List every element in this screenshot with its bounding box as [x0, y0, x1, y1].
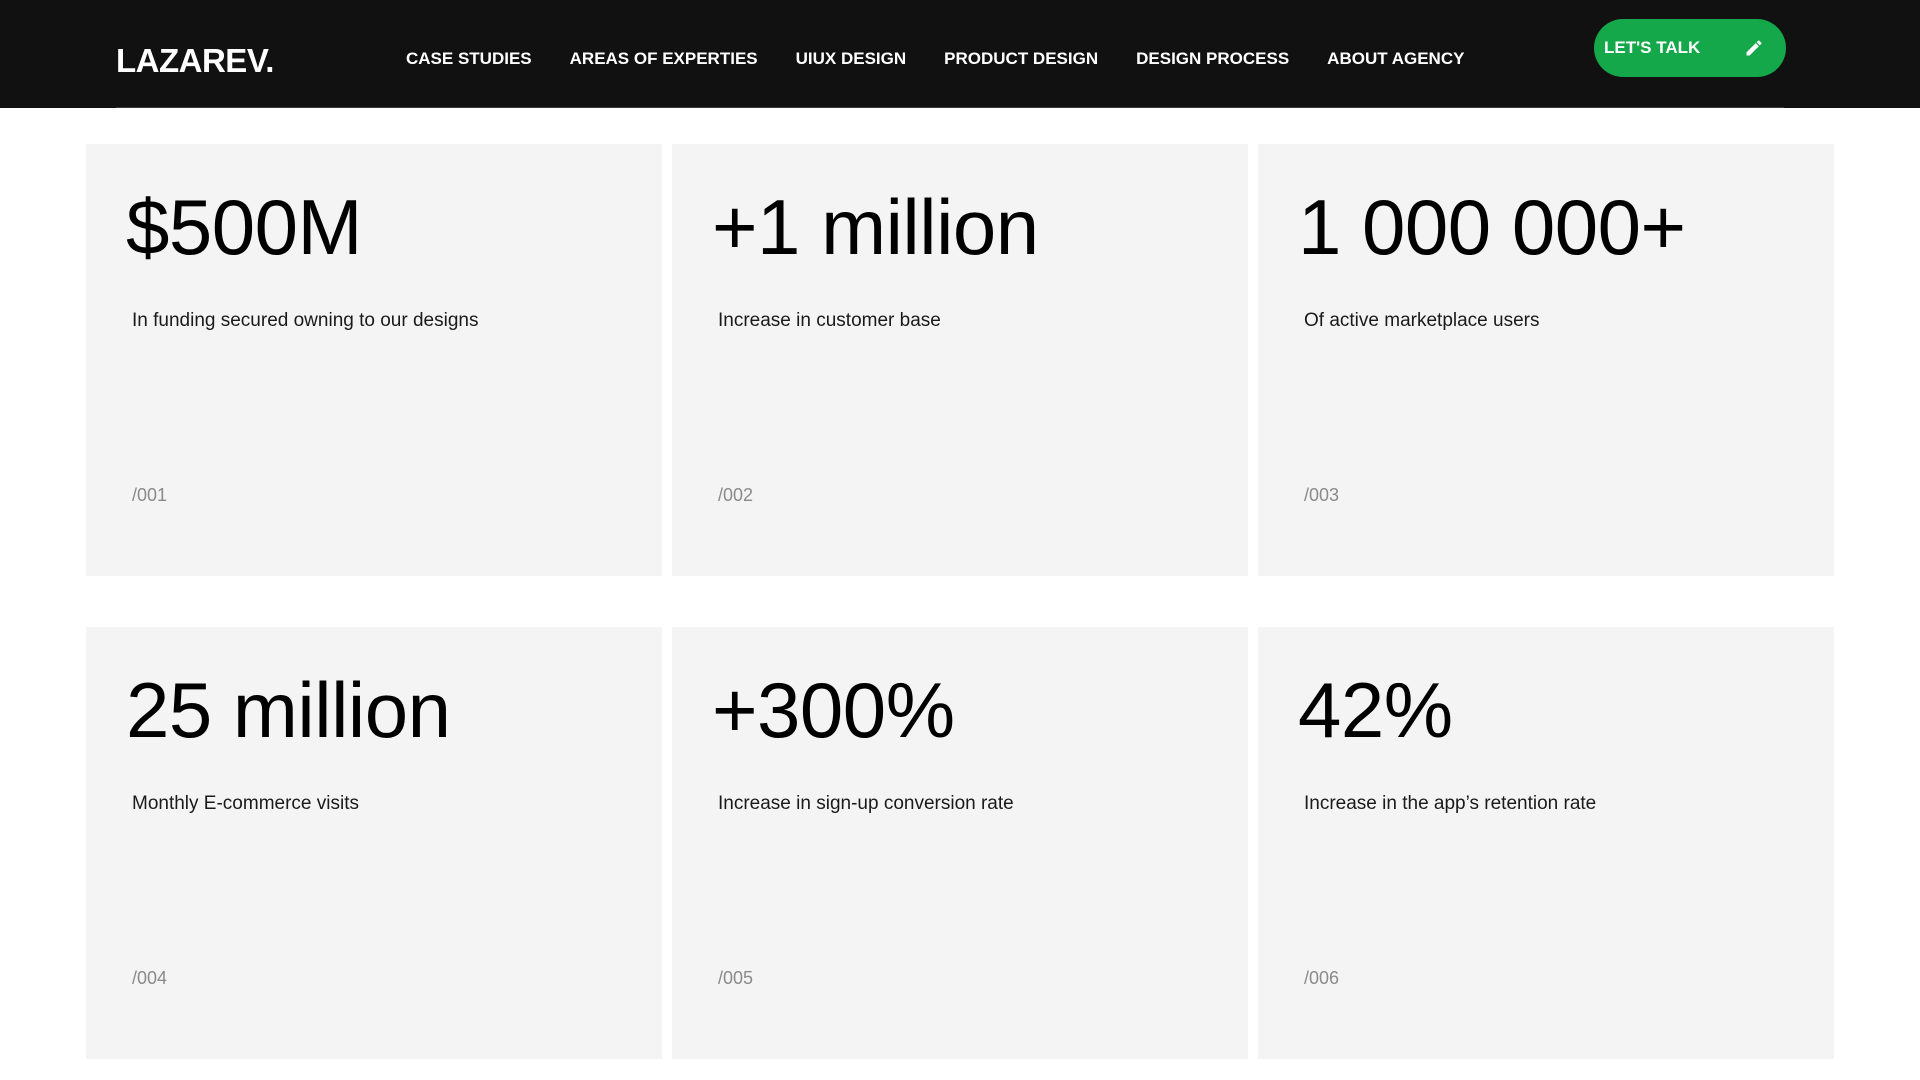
stat-value: 1 000 000+ — [1298, 183, 1686, 271]
lets-talk-label: LET'S TALK — [1604, 38, 1701, 57]
stat-description: In funding secured owning to our designs — [132, 310, 479, 331]
site-header: LAZAREV. CASE STUDIES AREAS OF EXPERTIES… — [0, 0, 1920, 108]
main-nav: CASE STUDIES AREAS OF EXPERTIES UIUX DES… — [406, 48, 1464, 70]
stat-description: Increase in sign-up conversion rate — [718, 793, 1014, 814]
stat-description: Increase in the app’s retention rate — [1304, 793, 1597, 814]
nav-item-about-agency[interactable]: ABOUT AGENCY — [1327, 48, 1464, 70]
stat-index: /005 — [718, 968, 754, 988]
stats-grid: $500M In funding secured owning to our d… — [86, 144, 1835, 1059]
stat-card: 42% Increase in the app’s retention rate… — [1258, 627, 1834, 1059]
stat-index: /003 — [1304, 485, 1340, 505]
stat-description: Of active marketplace users — [1304, 310, 1540, 331]
nav-item-design-process[interactable]: DESIGN PROCESS — [1136, 48, 1289, 70]
header-divider — [116, 107, 1784, 108]
stat-index: /004 — [132, 968, 168, 988]
stat-card: $500M In funding secured owning to our d… — [86, 144, 662, 576]
nav-item-case-studies[interactable]: CASE STUDIES — [406, 48, 532, 70]
stat-description: Increase in customer base — [718, 310, 941, 331]
stat-card: +1 million Increase in customer base /00… — [672, 144, 1248, 576]
lets-talk-button[interactable]: LET'S TALK — [1594, 19, 1786, 77]
stat-value: $500M — [126, 183, 363, 271]
stat-description: Monthly E-commerce visits — [132, 793, 359, 814]
stat-value: 42% — [1298, 666, 1453, 754]
stat-card: +300% Increase in sign-up conversion rat… — [672, 627, 1248, 1059]
nav-item-product-design[interactable]: PRODUCT DESIGN — [944, 48, 1098, 70]
stat-card: 1 000 000+ Of active marketplace users /… — [1258, 144, 1834, 576]
stat-card: 25 million Monthly E-commerce visits /00… — [86, 627, 662, 1059]
stat-index: /001 — [132, 485, 168, 505]
stat-index: /002 — [718, 485, 754, 505]
stat-value: +300% — [712, 666, 955, 754]
logo[interactable]: LAZAREV. — [116, 43, 274, 79]
pencil-icon — [1746, 40, 1762, 56]
stat-index: /006 — [1304, 968, 1340, 988]
nav-item-uiux-design[interactable]: UIUX DESIGN — [796, 48, 907, 70]
nav-item-areas-of-experties[interactable]: AREAS OF EXPERTIES — [570, 48, 758, 70]
stat-value: 25 million — [126, 666, 451, 754]
stat-value: +1 million — [712, 183, 1039, 271]
